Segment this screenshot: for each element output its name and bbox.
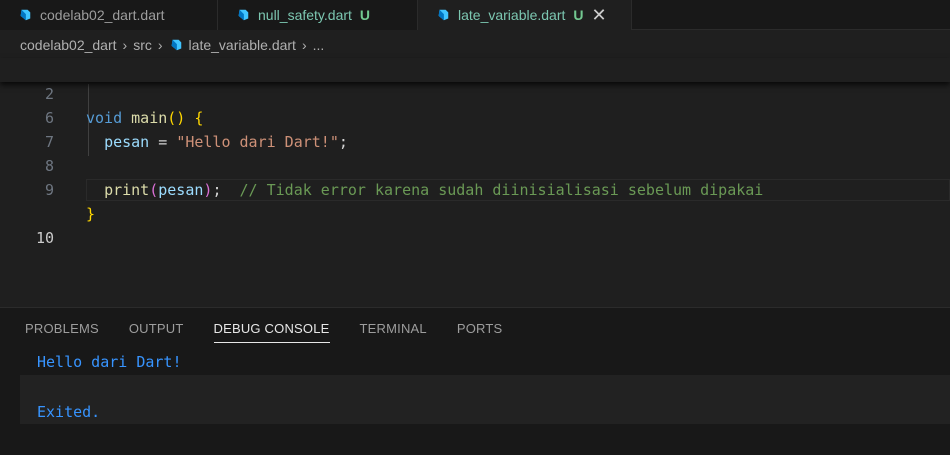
dart-file-icon [20,9,31,21]
code-editor[interactable]: 2 void main() { 6 pesan = "Hello dari Da… [0,58,950,307]
tab-ports[interactable]: PORTS [457,321,503,343]
tab-debug-console[interactable]: DEBUG CONSOLE [213,321,330,343]
breadcrumb-item-file[interactable]: late_variable.dart [189,37,296,53]
chevron-right-icon: › [157,37,163,53]
line-number: 10 [35,229,54,247]
tab-problems[interactable]: PROBLEMS [25,321,99,343]
dart-file-icon [438,9,449,21]
close-icon[interactable]: ✕ [592,6,607,24]
untracked-badge: U [573,7,584,23]
tab-bar: codelab02_dart.dart null_safety.dart U l… [0,0,950,30]
breadcrumb-item-symbol[interactable]: ... [313,37,325,53]
tab-codelab02-dart[interactable]: codelab02_dart.dart [0,0,218,30]
current-line-highlight [86,179,950,201]
tab-late-variable[interactable]: late_variable.dart U ✕ [418,0,632,30]
sticky-scroll-line[interactable]: 2 void main() { [0,58,950,127]
tab-terminal[interactable]: TERMINAL [360,321,427,343]
console-output-line: Hello dari Dart! [37,353,182,371]
tab-output[interactable]: OUTPUT [129,321,184,343]
dart-file-icon [171,39,181,51]
code-line[interactable]: 9 } [0,154,950,223]
console-output-line: Exited. [37,403,101,421]
tab-label: null_safety.dart [258,7,352,23]
chevron-right-icon: › [301,37,307,53]
breadcrumb-item-folder[interactable]: codelab02_dart [20,37,117,53]
code-token: main [131,109,168,127]
breadcrumb: codelab02_dart › src › late_variable.dar… [0,30,950,60]
code-line[interactable]: 6 pesan = "Hello dari Dart!"; [0,82,950,151]
code-line-content: void main() { [86,106,203,130]
breadcrumb-item-src[interactable]: src [133,37,152,53]
code-line[interactable]: 8 print(pesan); // Tidak error karena su… [0,130,950,199]
untracked-badge: U [359,7,371,23]
code-token: { [194,109,204,127]
code-line-current[interactable]: 10 [0,178,950,247]
tab-label: late_variable.dart [458,7,566,23]
panel-tab-bar: PROBLEMS OUTPUT DEBUG CONSOLE TERMINAL P… [25,321,532,343]
code-token: void [86,109,123,127]
tab-bar-empty-area [632,0,950,30]
dart-file-icon [238,9,249,21]
code-token: () [167,109,186,127]
line-number: 2 [44,85,54,103]
bottom-panel: PROBLEMS OUTPUT DEBUG CONSOLE TERMINAL P… [0,307,950,455]
tab-label: codelab02_dart.dart [40,7,165,23]
code-line-content: } [86,205,96,223]
tab-null-safety[interactable]: null_safety.dart U [218,0,418,30]
editor-window: codelab02_dart.dart null_safety.dart U l… [0,0,950,455]
chevron-right-icon: › [122,37,128,53]
